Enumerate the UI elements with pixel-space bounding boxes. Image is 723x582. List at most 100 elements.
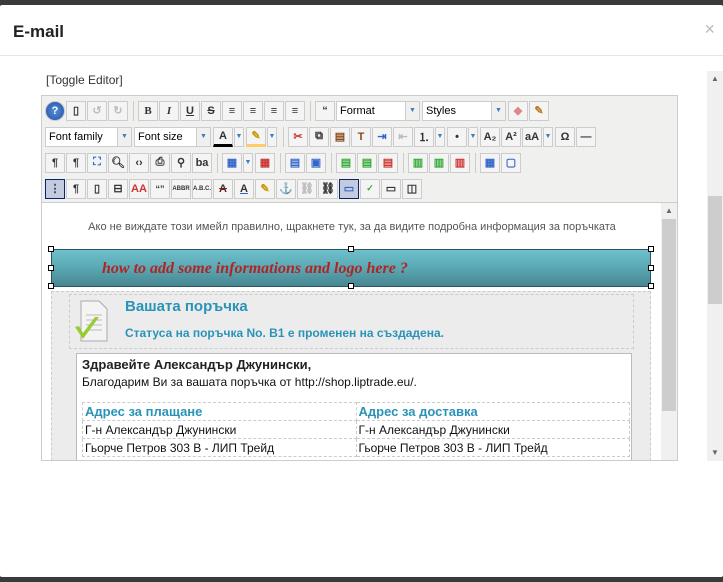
scroll-up-icon[interactable]: ▲: [661, 203, 677, 219]
abbreviation-icon[interactable]: ABBR: [171, 178, 191, 199]
delete-row-icon[interactable]: ▤: [378, 152, 398, 173]
resize-handle[interactable]: [648, 283, 654, 289]
chevron-down-icon: ▼: [196, 127, 210, 146]
resize-handle[interactable]: [48, 246, 54, 252]
special-character-icon[interactable]: Ω: [555, 126, 575, 147]
template-icon[interactable]: ▯: [87, 178, 107, 199]
help-icon[interactable]: ?: [45, 100, 65, 121]
banner-image[interactable]: how to add some informations and logo he…: [51, 249, 651, 287]
insert-row-before-icon[interactable]: ▤: [336, 152, 356, 173]
acronym-icon[interactable]: A.B.C.: [192, 178, 212, 199]
scroll-down-icon[interactable]: ▼: [707, 445, 723, 461]
resize-handle[interactable]: [48, 283, 54, 289]
split-cells-icon[interactable]: ▦: [480, 152, 500, 173]
fullscreen-icon[interactable]: ⛶: [87, 152, 107, 173]
page-break-icon[interactable]: ⊟: [108, 178, 128, 199]
image-icon[interactable]: ▭: [339, 178, 359, 199]
cut-icon[interactable]: ✂: [288, 126, 308, 147]
preview-icon[interactable]: 🔍︎: [108, 152, 128, 173]
insert-column-before-icon[interactable]: ▥: [408, 152, 428, 173]
editor-content[interactable]: Ако не виждате този имейл правилно, щрак…: [42, 203, 677, 460]
align-justify-icon[interactable]: ≡: [222, 100, 242, 121]
indent-icon[interactable]: ⇥: [372, 126, 392, 147]
resize-handle[interactable]: [48, 265, 54, 271]
italic-icon[interactable]: I: [159, 100, 179, 121]
table-icon[interactable]: ▦: [222, 152, 242, 173]
replace-icon[interactable]: ba: [192, 152, 212, 173]
styleprops-icon[interactable]: AA: [129, 178, 149, 199]
copy-icon[interactable]: ⧉: [309, 126, 329, 147]
deletion-icon[interactable]: A: [213, 178, 233, 199]
bullet-list-icon[interactable]: •: [447, 126, 467, 147]
text-color-icon[interactable]: A: [213, 126, 233, 147]
quote-icon[interactable]: “”: [150, 178, 170, 199]
chevron-down-icon[interactable]: ▼: [435, 126, 445, 147]
character-case-icon[interactable]: aA: [522, 126, 542, 147]
close-button[interactable]: ×: [704, 19, 715, 40]
resize-handle[interactable]: [348, 283, 354, 289]
chevron-down-icon[interactable]: ▼: [543, 126, 553, 147]
redo-icon[interactable]: ↻: [108, 100, 128, 121]
delete-table-icon[interactable]: ▦: [255, 152, 275, 173]
format-select[interactable]: Format ▼: [336, 100, 420, 121]
styles-select[interactable]: Styles ▼: [422, 100, 506, 121]
chevron-down-icon[interactable]: ▼: [468, 126, 478, 147]
cell-properties-icon[interactable]: ▣: [306, 152, 326, 173]
scroll-up-icon[interactable]: ▲: [707, 71, 723, 87]
paste-text-icon[interactable]: T: [351, 126, 371, 147]
cleanup-broom-icon[interactable]: ✎: [529, 100, 549, 121]
chevron-down-icon[interactable]: ▼: [243, 152, 253, 173]
resize-handle[interactable]: [648, 265, 654, 271]
merge-cells-icon[interactable]: ▢: [501, 152, 521, 173]
media-icon[interactable]: ◫: [402, 178, 422, 199]
blockquote-icon[interactable]: “: [315, 100, 335, 121]
print-icon[interactable]: ⎙: [150, 152, 170, 173]
horizontal-rule-icon[interactable]: —: [576, 126, 596, 147]
font-family-select[interactable]: Font family ▼: [45, 126, 132, 147]
underline-icon[interactable]: U: [180, 100, 200, 121]
layer-icon[interactable]: ▭: [381, 178, 401, 199]
align-center-icon[interactable]: ≡: [243, 100, 263, 121]
paste-icon[interactable]: ▤: [330, 126, 350, 147]
bold-icon[interactable]: B: [138, 100, 158, 121]
spellcheck-icon[interactable]: ✓: [360, 178, 380, 199]
superscript-icon[interactable]: A²: [501, 126, 521, 147]
strikethrough-icon[interactable]: S: [201, 100, 221, 121]
undo-icon[interactable]: ↺: [87, 100, 107, 121]
align-right-icon[interactable]: ≡: [285, 100, 305, 121]
resize-handle[interactable]: [348, 246, 354, 252]
outdent-icon[interactable]: ⇤: [393, 126, 413, 147]
subscript-icon[interactable]: A₂: [480, 126, 500, 147]
attributes-icon[interactable]: ✎: [255, 178, 275, 199]
insert-column-after-icon[interactable]: ▥: [429, 152, 449, 173]
scroll-thumb[interactable]: [708, 196, 722, 304]
eraser-icon[interactable]: ◆: [508, 100, 528, 121]
rtl-icon[interactable]: ¶: [66, 152, 86, 173]
link-icon[interactable]: ⛓: [318, 178, 338, 199]
editor-scrollbar[interactable]: ▲: [661, 203, 677, 460]
unlink-icon[interactable]: ⛓: [297, 178, 317, 199]
toggle-editor-link[interactable]: [Toggle Editor]: [46, 73, 123, 87]
align-left-icon[interactable]: ≡: [264, 100, 284, 121]
new-document-icon[interactable]: ▯: [66, 100, 86, 121]
insertion-icon[interactable]: A: [234, 178, 254, 199]
chevron-down-icon[interactable]: ▼: [234, 126, 244, 147]
scroll-thumb[interactable]: [662, 219, 676, 411]
highlight-color-icon[interactable]: ✎: [246, 126, 266, 147]
resize-handle[interactable]: [648, 246, 654, 252]
delete-column-icon[interactable]: ▥: [450, 152, 470, 173]
ltr-icon[interactable]: ¶: [45, 152, 65, 173]
visual-aid-icon[interactable]: ⋮: [45, 178, 65, 199]
source-code-icon[interactable]: ‹›: [129, 152, 149, 173]
row-properties-icon[interactable]: ▤: [285, 152, 305, 173]
modal-scrollbar[interactable]: ▲ ▼: [707, 71, 723, 461]
find-icon[interactable]: ⚲: [171, 152, 191, 173]
chevron-down-icon[interactable]: ▼: [267, 126, 277, 147]
font-size-select[interactable]: Font size ▼: [134, 126, 211, 147]
notice-text[interactable]: Ако не виждате този имейл правилно, щрак…: [42, 221, 662, 233]
insert-row-after-icon[interactable]: ▤: [357, 152, 377, 173]
anchor-icon[interactable]: ⚓: [276, 178, 296, 199]
order-title: Вашата поръчка: [125, 298, 248, 315]
show-blocks-icon[interactable]: ¶: [66, 178, 86, 199]
numbered-list-icon[interactable]: ⒈: [414, 126, 434, 147]
